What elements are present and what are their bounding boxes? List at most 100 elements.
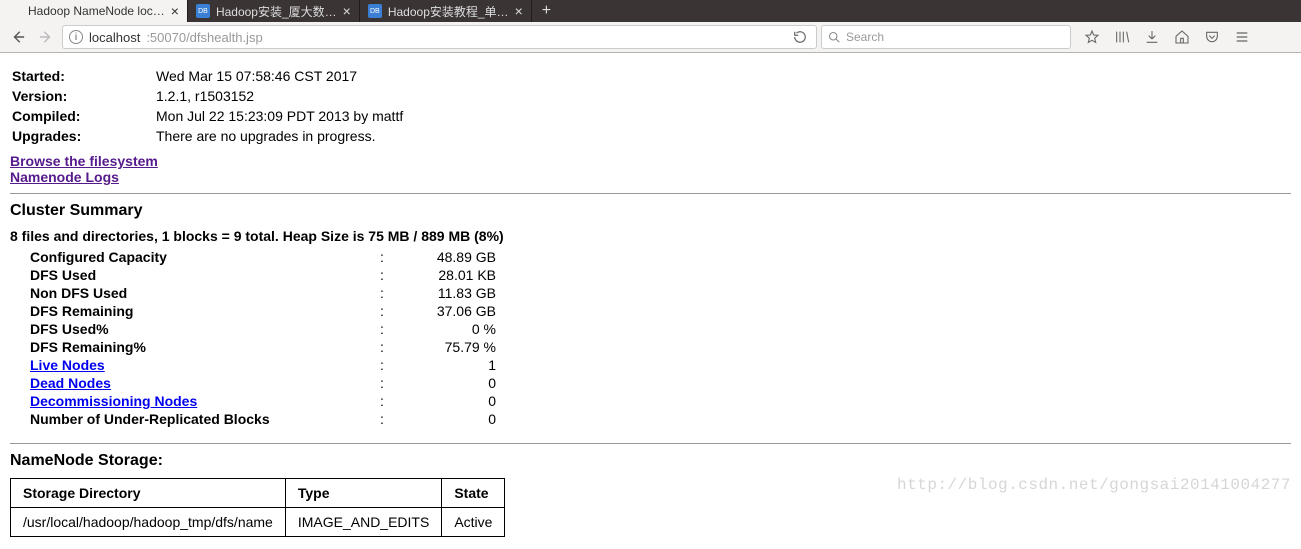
stat-colon: : xyxy=(372,393,392,409)
stat-label: DFS Used% xyxy=(30,321,370,337)
version-value: 1.2.1, r1503152 xyxy=(156,87,403,105)
divider xyxy=(10,443,1291,444)
tab-3[interactable]: DB Hadoop安装教程_单… × xyxy=(360,0,532,22)
storage-header-state: State xyxy=(442,479,505,508)
home-icon[interactable] xyxy=(1173,28,1191,46)
tab-favicon-icon: DB xyxy=(368,4,382,18)
url-path: :50070/dfshealth.jsp xyxy=(146,30,262,45)
arrow-right-icon xyxy=(39,30,53,44)
pocket-shape-icon xyxy=(1204,29,1220,45)
library-icon[interactable] xyxy=(1113,28,1131,46)
arrow-left-icon xyxy=(11,30,25,44)
stat-label: Non DFS Used xyxy=(30,285,370,301)
browser-tab-bar: Hadoop NameNode loc… × DB Hadoop安装_厦大数… … xyxy=(0,0,1301,22)
stat-colon: : xyxy=(372,267,392,283)
new-tab-button[interactable]: + xyxy=(532,2,561,20)
cluster-summary-heading: Cluster Summary xyxy=(10,202,1291,220)
stat-colon: : xyxy=(372,375,392,391)
page-content: Started:Wed Mar 15 07:58:46 CST 2017 Ver… xyxy=(0,53,1301,549)
stat-label: DFS Remaining xyxy=(30,303,370,319)
namenode-info-table: Started:Wed Mar 15 07:58:46 CST 2017 Ver… xyxy=(10,65,405,147)
tab-1[interactable]: Hadoop NameNode loc… × xyxy=(0,0,188,22)
hamburger-icon xyxy=(1234,29,1250,45)
forward-button[interactable] xyxy=(34,25,58,49)
tab-2[interactable]: DB Hadoop安装_厦大数… × xyxy=(188,0,360,22)
stat-label: Configured Capacity xyxy=(30,249,370,265)
stat-link[interactable]: Dead Nodes xyxy=(30,375,111,391)
stat-label: DFS Used xyxy=(30,267,370,283)
tab-label: Hadoop安装_厦大数… xyxy=(216,3,337,20)
version-label: Version: xyxy=(12,87,154,105)
compiled-label: Compiled: xyxy=(12,107,154,125)
started-value: Wed Mar 15 07:58:46 CST 2017 xyxy=(156,67,403,85)
info-icon[interactable]: i xyxy=(69,30,83,44)
storage-header-dir: Storage Directory xyxy=(11,479,286,508)
cluster-stats-table: Configured Capacity:48.89 GBDFS Used:28.… xyxy=(28,247,498,429)
bookmark-star-icon[interactable] xyxy=(1083,28,1101,46)
url-host: localhost xyxy=(89,30,140,45)
stat-value: 1 xyxy=(394,357,496,373)
namenode-logs-link[interactable]: Namenode Logs xyxy=(10,169,119,185)
tab-favicon-icon xyxy=(8,4,22,18)
stat-value: 0 xyxy=(394,411,496,427)
browse-filesystem-link[interactable]: Browse the filesystem xyxy=(10,153,158,169)
stat-colon: : xyxy=(372,285,392,301)
stat-colon: : xyxy=(372,411,392,427)
reload-button[interactable] xyxy=(790,27,810,47)
menu-icon[interactable] xyxy=(1233,28,1251,46)
search-input[interactable]: Search xyxy=(821,25,1071,49)
stat-link[interactable]: Live Nodes xyxy=(30,357,105,373)
stat-value: 28.01 KB xyxy=(394,267,496,283)
tab-label: Hadoop NameNode loc… xyxy=(28,4,165,18)
stat-value: 11.83 GB xyxy=(394,285,496,301)
storage-row: /usr/local/hadoop/hadoop_tmp/dfs/name IM… xyxy=(11,508,505,537)
upgrades-label: Upgrades: xyxy=(12,127,154,145)
stat-value: 0 xyxy=(394,375,496,391)
started-label: Started: xyxy=(12,67,154,85)
tab-label: Hadoop安装教程_单… xyxy=(388,3,509,20)
books-icon xyxy=(1114,29,1130,45)
close-icon[interactable]: × xyxy=(515,3,523,19)
search-placeholder: Search xyxy=(846,30,884,44)
stat-value: 0 % xyxy=(394,321,496,337)
close-icon[interactable]: × xyxy=(343,3,351,19)
stat-link[interactable]: Decommissioning Nodes xyxy=(30,393,197,409)
tab-favicon-icon: DB xyxy=(196,4,210,18)
stat-label: DFS Remaining% xyxy=(30,339,370,355)
storage-table: Storage Directory Type State /usr/local/… xyxy=(10,478,505,537)
summary-line: 8 files and directories, 1 blocks = 9 to… xyxy=(10,228,1291,244)
toolbar-right-icons xyxy=(1075,28,1259,46)
stat-value: 48.89 GB xyxy=(394,249,496,265)
stat-label[interactable]: Decommissioning Nodes xyxy=(30,393,370,409)
stat-label[interactable]: Dead Nodes xyxy=(30,375,370,391)
search-icon xyxy=(828,31,840,43)
upgrades-value: There are no upgrades in progress. xyxy=(156,127,403,145)
address-bar[interactable]: i localhost :50070/dfshealth.jsp xyxy=(62,25,817,49)
reload-icon xyxy=(793,30,807,44)
star-icon xyxy=(1084,29,1100,45)
stat-colon: : xyxy=(372,303,392,319)
browser-toolbar: i localhost :50070/dfshealth.jsp Search xyxy=(0,22,1301,53)
download-icon xyxy=(1144,29,1160,45)
stat-colon: : xyxy=(372,249,392,265)
storage-state: Active xyxy=(442,508,505,537)
namenode-storage-heading: NameNode Storage: xyxy=(10,452,1291,470)
downloads-icon[interactable] xyxy=(1143,28,1161,46)
watermark: http://blog.csdn.net/gongsai20141004277 xyxy=(897,476,1291,494)
back-button[interactable] xyxy=(6,25,30,49)
close-icon[interactable]: × xyxy=(171,3,179,19)
stat-colon: : xyxy=(372,321,392,337)
compiled-value: Mon Jul 22 15:23:09 PDT 2013 by mattf xyxy=(156,107,403,125)
stat-value: 0 xyxy=(394,393,496,409)
stat-label[interactable]: Live Nodes xyxy=(30,357,370,373)
stat-colon: : xyxy=(372,357,392,373)
pocket-icon[interactable] xyxy=(1203,28,1221,46)
stat-label: Number of Under-Replicated Blocks xyxy=(30,411,370,427)
divider xyxy=(10,193,1291,194)
stat-colon: : xyxy=(372,339,392,355)
storage-type: IMAGE_AND_EDITS xyxy=(285,508,441,537)
house-icon xyxy=(1174,29,1190,45)
storage-header-type: Type xyxy=(285,479,441,508)
stat-value: 37.06 GB xyxy=(394,303,496,319)
storage-dir: /usr/local/hadoop/hadoop_tmp/dfs/name xyxy=(11,508,286,537)
